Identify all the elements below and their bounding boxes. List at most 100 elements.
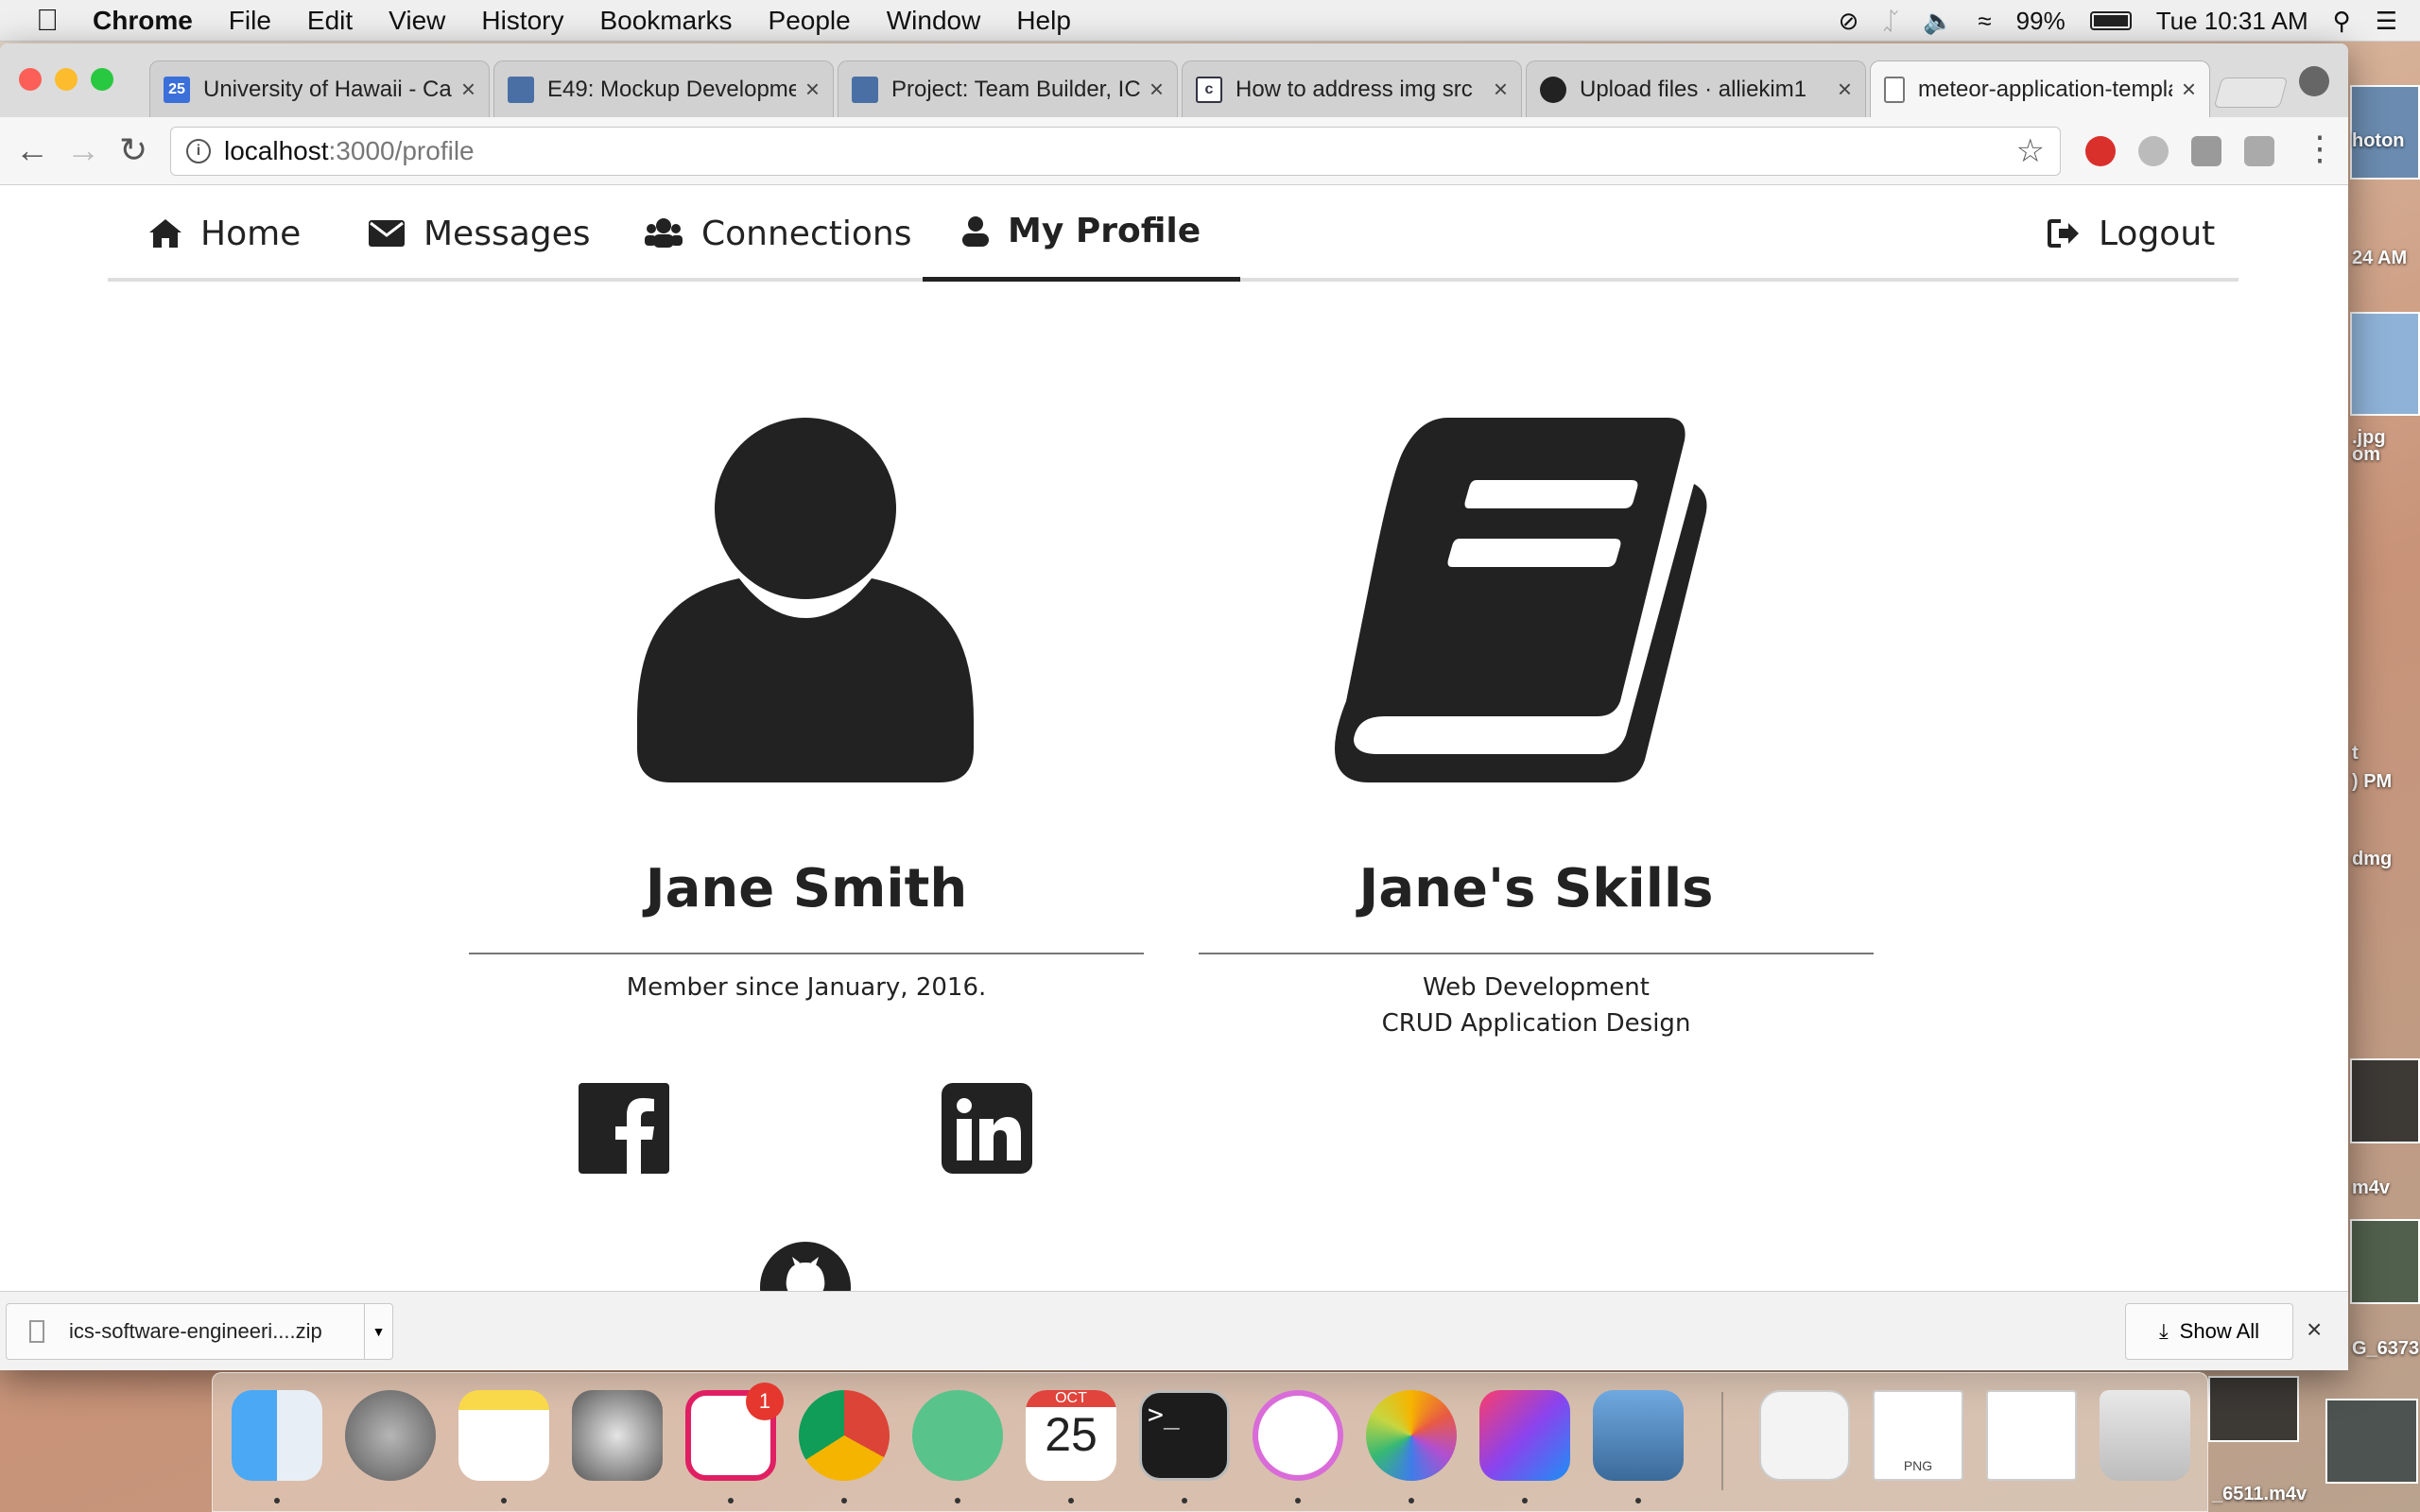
minimize-window-button[interactable] [55,68,78,91]
menu-edit[interactable]: Edit [307,6,353,36]
running-indicator [1409,1498,1414,1503]
menu-bookmarks[interactable]: Bookmarks [599,6,732,36]
battery-percent[interactable]: 99% [2016,7,2066,36]
extension-icon[interactable] [2244,136,2274,166]
system-preferences-icon[interactable] [572,1390,663,1481]
github-icon[interactable] [760,1242,851,1291]
user-avatar-icon [637,418,974,782]
png-file-icon[interactable]: PNG [1873,1390,1963,1481]
atom-icon[interactable] [912,1390,1003,1481]
close-tab-icon[interactable]: × [2182,75,2196,104]
clock[interactable]: Tue 10:31 AM [2156,7,2308,36]
nav-my-profile[interactable]: My Profile [923,185,1241,282]
chrome-menu-icon[interactable]: ⋮ [2303,129,2337,168]
tab-title: Upload files · alliekim1 [1580,76,1807,102]
nav-messages[interactable]: Messages [369,185,591,282]
extension-icon[interactable] [2191,136,2221,166]
desktop-file-label[interactable]: ) PM [2352,771,2392,793]
tab-e49-mockup[interactable]: E49: Mockup Development × [493,60,834,117]
battery-icon[interactable] [2089,11,2132,30]
site-info-icon[interactable]: i [186,139,211,163]
bookmark-star-icon[interactable]: ☆ [2016,132,2045,170]
skill-item: CRUD Application Design [1381,1009,1691,1038]
nav-home[interactable]: Home [149,185,301,282]
menu-people[interactable]: People [769,6,851,36]
trash-icon[interactable] [2100,1390,2190,1481]
tab-project-team-builder[interactable]: Project: Team Builder, ICS × [838,60,1178,117]
desktop-file-label[interactable]: 24 AM [2352,248,2407,269]
desktop-file-thumbnail[interactable] [2208,1376,2299,1442]
bluetooth-icon[interactable]: ᛢ [1883,7,1898,36]
desktop-file-label[interactable]: hoton [2352,130,2405,152]
address-bar[interactable]: i localhost :3000/profile ☆ [170,127,2061,176]
wifi-icon[interactable]: ≈ [1978,7,1991,36]
forward-button[interactable]: → [66,130,100,170]
calendar-favicon-icon: 25 [164,76,190,103]
close-tab-icon[interactable]: × [1838,75,1852,104]
close-tab-icon[interactable]: × [805,75,820,104]
nav-logout[interactable]: Logout [2048,185,2215,282]
terminal-icon[interactable]: >_ [1139,1390,1230,1481]
preview-icon[interactable] [1593,1390,1684,1481]
menu-window[interactable]: Window [887,6,981,36]
new-tab-button[interactable] [2213,77,2289,108]
desktop-file-thumbnail[interactable] [2350,312,2420,416]
desktop-file-label[interactable]: t [2352,743,2359,765]
menu-app-name[interactable]: Chrome [93,6,193,36]
close-downloads-bar-icon[interactable]: × [2307,1314,2322,1345]
calendar-icon[interactable]: OCT 25 [1026,1390,1116,1481]
tab-university-calendar[interactable]: 25 University of Hawaii - Calendar × [149,60,490,117]
nav-connections[interactable]: Connections [645,185,911,282]
running-indicator [955,1498,960,1503]
close-tab-icon[interactable]: × [1150,75,1164,104]
finder-icon[interactable] [232,1390,322,1481]
facebook-icon[interactable] [579,1083,669,1174]
chrome-icon[interactable] [799,1390,890,1481]
show-all-downloads-button[interactable]: ⤓ Show All [2125,1303,2293,1360]
menu-view[interactable]: View [389,6,445,36]
zoom-window-button[interactable] [91,68,113,91]
downloads-stack-icon[interactable] [1759,1390,1850,1481]
tab-github-upload[interactable]: Upload files · alliekim1 × [1526,60,1866,117]
adblock-extension-icon[interactable] [2085,136,2116,166]
do-not-disturb-icon[interactable]: ⊘ [1839,7,1859,36]
desktop-file-thumbnail[interactable] [2325,1399,2418,1484]
desktop-file-label[interactable]: _6511.m4v [2212,1484,2307,1505]
png-label: PNG [1903,1458,1933,1473]
menu-file[interactable]: File [229,6,271,36]
desktop-file-thumbnail[interactable] [2350,1219,2420,1304]
spotlight-icon[interactable]: ⚲ [2333,7,2351,36]
intellij-icon[interactable] [1479,1390,1570,1481]
menu-history[interactable]: History [481,6,563,36]
tab-meteor-app[interactable]: meteor-application-template × [1870,60,2210,117]
desktop-file-label[interactable]: m4v [2352,1177,2390,1199]
desktop-file-thumbnail[interactable] [2350,1058,2420,1143]
desktop-file-label[interactable]: G_6373 [2352,1338,2419,1360]
notes-icon[interactable] [458,1390,549,1481]
close-tab-icon[interactable]: × [461,75,475,104]
tab-img-src[interactable]: c How to address img src × [1182,60,1522,117]
itunes-icon[interactable] [1253,1390,1343,1481]
skype-extension-icon[interactable] [2138,136,2169,166]
reload-button[interactable]: ↻ [119,130,147,170]
desktop-file-label[interactable]: dmg [2352,849,2392,870]
launchpad-icon[interactable] [345,1390,436,1481]
envelope-icon [369,220,405,247]
menu-help[interactable]: Help [1016,6,1071,36]
apple-menu-icon[interactable]:  [36,3,93,38]
desktop-file-label[interactable]: om [2352,444,2380,466]
close-tab-icon[interactable]: × [1494,75,1508,104]
linkedin-icon[interactable] [942,1083,1032,1174]
back-button[interactable]: ← [15,130,49,170]
download-item[interactable]: ics-software-engineeri....zip ▼ [6,1303,393,1360]
document-icon[interactable] [1986,1390,2077,1481]
close-window-button[interactable] [19,68,42,91]
photos-icon[interactable] [1366,1390,1457,1481]
volume-icon[interactable]: 🔈 [1923,7,1953,36]
chrome-profile-icon[interactable] [2299,66,2329,96]
github-favicon-icon [1540,76,1566,103]
nav-my-profile-label: My Profile [1008,212,1201,250]
notification-center-icon[interactable]: ☰ [2376,7,2397,36]
download-options-chevron-icon[interactable]: ▼ [364,1304,392,1359]
nav-messages-label: Messages [424,214,591,253]
